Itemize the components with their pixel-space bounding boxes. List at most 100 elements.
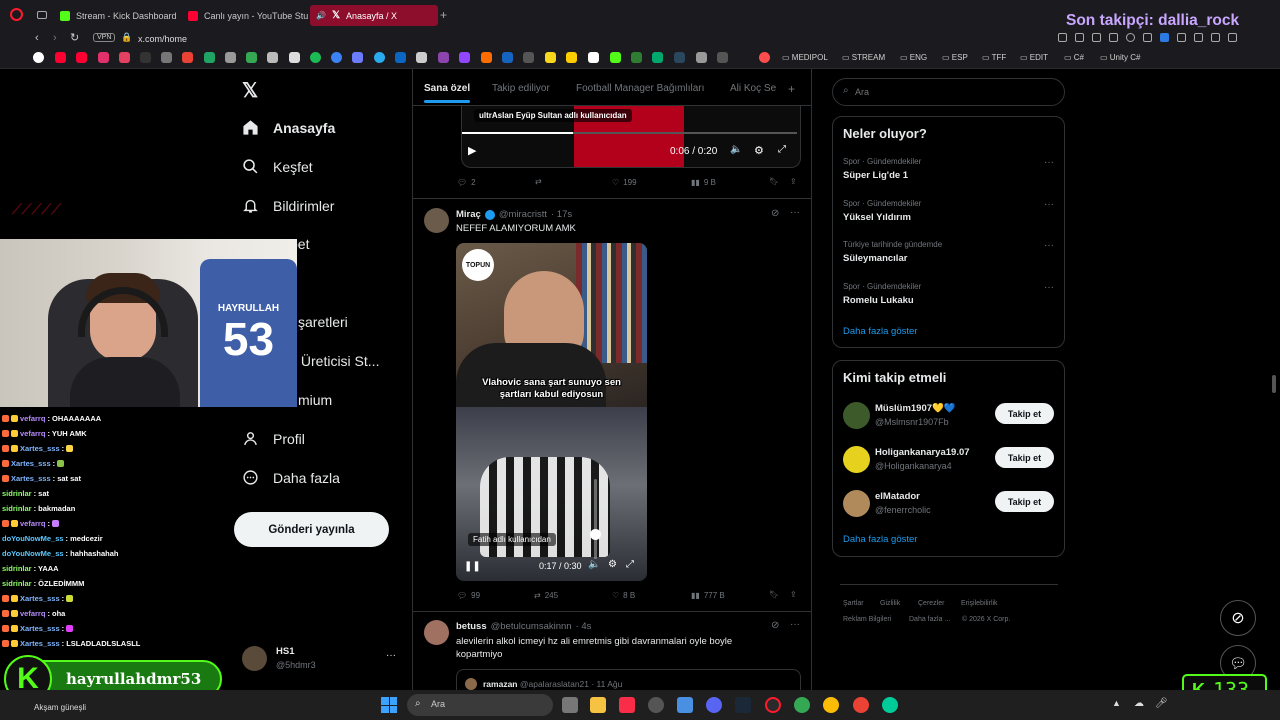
bookmark-folder-tff[interactable]: ▭ TFF <box>982 53 1006 62</box>
chrome-icon[interactable] <box>853 697 869 713</box>
share-button[interactable]: ⇪ <box>790 177 797 186</box>
grok-icon[interactable]: ⊘ <box>771 620 779 631</box>
bookmark-icon[interactable] <box>225 52 236 63</box>
account-switcher[interactable]: HS1 @5hdmr3 ··· <box>242 644 402 674</box>
bookmark-icon[interactable] <box>416 52 427 63</box>
post-button[interactable]: Gönderi yayınla <box>234 512 389 547</box>
author-handle[interactable]: @miracristt <box>499 209 547 220</box>
nav-more[interactable]: Daha fazla <box>242 469 340 486</box>
follow-button[interactable]: Takip et <box>995 447 1054 468</box>
trend-item[interactable]: Spor · Gündemdekiler Yüksel Yıldırım ··· <box>833 197 1064 237</box>
bookmark-icon[interactable] <box>759 52 770 63</box>
bookmark-folder-medipol[interactable]: ▭ MEDIPOL <box>782 53 828 62</box>
bookmark-icon[interactable] <box>438 52 449 63</box>
more-icon[interactable]: ··· <box>1044 199 1054 210</box>
tab-list-football-manager[interactable]: Football Manager Bağımlıları <box>576 83 704 94</box>
nav-premium[interactable]: mium <box>298 392 332 408</box>
microphone-icon[interactable]: 🎤︎ <box>1155 698 1168 709</box>
bookmark-icon[interactable] <box>545 52 556 63</box>
bookmark-youtube-icon[interactable] <box>76 52 87 63</box>
settings-icon[interactable]: ⚙ <box>608 559 617 570</box>
nav-creator-studio[interactable]: k Üreticisi St... <box>290 353 379 369</box>
footer-link-ads-info[interactable]: Reklam Bilgileri <box>843 616 891 623</box>
author-handle[interactable]: @betulcumsakinnn <box>491 621 572 632</box>
app-icon[interactable] <box>677 697 693 713</box>
opera-icon[interactable] <box>765 697 781 713</box>
page-scrollbar[interactable] <box>1272 375 1276 393</box>
nav-explore[interactable]: Keşfet <box>242 158 313 175</box>
bookmark-steam-icon[interactable] <box>674 52 685 63</box>
edge-icon[interactable] <box>882 697 898 713</box>
bookmark-folder-eng[interactable]: ▭ ENG <box>900 53 927 62</box>
tab-for-you[interactable]: Sana özel <box>424 83 470 94</box>
url-field[interactable] <box>138 32 338 46</box>
reply-button[interactable]: 💬︎ 2 <box>457 178 476 187</box>
music-app-icon[interactable] <box>619 697 635 713</box>
chrome-icon[interactable] <box>794 697 810 713</box>
bookmark-folder-stream[interactable]: ▭ STREAM <box>842 53 885 62</box>
retweet-button[interactable]: ⇄ <box>535 177 542 186</box>
forward-icon[interactable]: › <box>53 32 57 44</box>
avatar[interactable] <box>424 620 449 645</box>
tweet-1-video[interactable]: ultrAslan Eyüp Sultan adlı kullanıcıdan … <box>461 106 801 168</box>
footer-link-cookies[interactable]: Çerezler <box>918 600 944 607</box>
taskbar-search[interactable]: ⌕ Ara <box>407 694 553 716</box>
file-explorer-icon[interactable] <box>590 697 606 713</box>
weather-widget[interactable]: Akşam güneşli <box>34 703 86 712</box>
tab-youtube-studio[interactable]: Canlı yayın - YouTube Studio <box>182 5 308 26</box>
back-icon[interactable]: ‹ <box>35 32 39 44</box>
bookmark-button[interactable]: 🔖︎ <box>769 177 779 186</box>
bookmark-x-icon[interactable] <box>140 52 151 63</box>
views-button[interactable]: ▮▮ 777 B <box>691 591 725 600</box>
trend-item[interactable]: Spor · Gündemdekiler Romelu Lukaku ··· <box>833 280 1064 320</box>
trend-item[interactable]: Spor · Gündemdekiler Süper Lig'de 1 ··· <box>833 155 1064 195</box>
new-tab-button[interactable]: + <box>440 8 447 22</box>
show-more-link[interactable]: Daha fazla göster <box>843 326 917 337</box>
author-name[interactable]: Miraç <box>456 209 481 220</box>
fullscreen-icon[interactable]: ⤢ <box>626 559 634 570</box>
share-button[interactable]: ⇪ <box>790 590 797 599</box>
add-list-icon[interactable]: + <box>788 82 795 96</box>
bookmark-button[interactable]: 🔖︎ <box>769 590 779 599</box>
task-view-icon[interactable] <box>562 697 578 713</box>
fullscreen-icon[interactable]: ⤢ <box>778 144 786 155</box>
search-input[interactable] <box>855 84 1055 100</box>
opera-logo-icon[interactable] <box>10 8 23 21</box>
footer-link-privacy[interactable]: Gizlilik <box>880 600 900 607</box>
grok-floating-button[interactable]: ⊘ <box>1220 600 1256 636</box>
show-more-link[interactable]: Daha fazla göster <box>843 534 917 545</box>
bookmark-folder-esp[interactable]: ▭ ESP <box>942 53 968 62</box>
start-button[interactable] <box>381 697 397 713</box>
bookmark-kick-icon[interactable] <box>610 52 621 63</box>
pause-icon[interactable]: ❚❚ <box>464 561 481 572</box>
bookmark-icon[interactable] <box>631 52 642 63</box>
bookmark-linkedin-icon[interactable] <box>395 52 406 63</box>
volume-icon[interactable]: 🔈 <box>730 144 742 155</box>
tweet-2-video[interactable]: TOPUN Vlahovic sana şart sunuyo sen şart… <box>456 243 647 581</box>
bookmark-icon[interactable] <box>289 52 300 63</box>
x-logo-icon[interactable]: 𝕏 <box>242 78 258 103</box>
like-button[interactable]: ♡ 8 B <box>612 591 635 600</box>
onedrive-icon[interactable]: ☁ <box>1134 698 1144 709</box>
tab-list-ali-koc[interactable]: Ali Koç Se <box>730 83 776 94</box>
bookmark-icon[interactable] <box>523 52 534 63</box>
tab-overview-icon[interactable] <box>37 11 47 19</box>
app-icon[interactable] <box>648 697 664 713</box>
chrome-icon[interactable] <box>823 697 839 713</box>
bookmark-icon[interactable] <box>566 52 577 63</box>
bookmark-icon[interactable] <box>459 52 470 63</box>
follow-button[interactable]: Takip et <box>995 403 1054 424</box>
bookmark-icon[interactable] <box>331 52 342 63</box>
views-button[interactable]: ▮▮ 9 B <box>691 178 716 187</box>
more-icon[interactable]: ··· <box>1044 282 1054 293</box>
more-icon[interactable]: ··· <box>790 207 800 218</box>
bookmark-gmail-icon[interactable] <box>182 52 193 63</box>
author-name[interactable]: betuss <box>456 621 487 632</box>
bookmark-icon[interactable] <box>267 52 278 63</box>
play-icon[interactable]: ▶ <box>468 144 476 157</box>
footer-link-terms[interactable]: Şartlar <box>843 600 864 607</box>
bookmark-icon[interactable] <box>652 52 663 63</box>
more-icon[interactable]: ··· <box>386 650 396 661</box>
nav-home[interactable]: Anasayfa <box>242 119 335 136</box>
nav-bookmarks[interactable]: şaretleri <box>298 314 348 330</box>
